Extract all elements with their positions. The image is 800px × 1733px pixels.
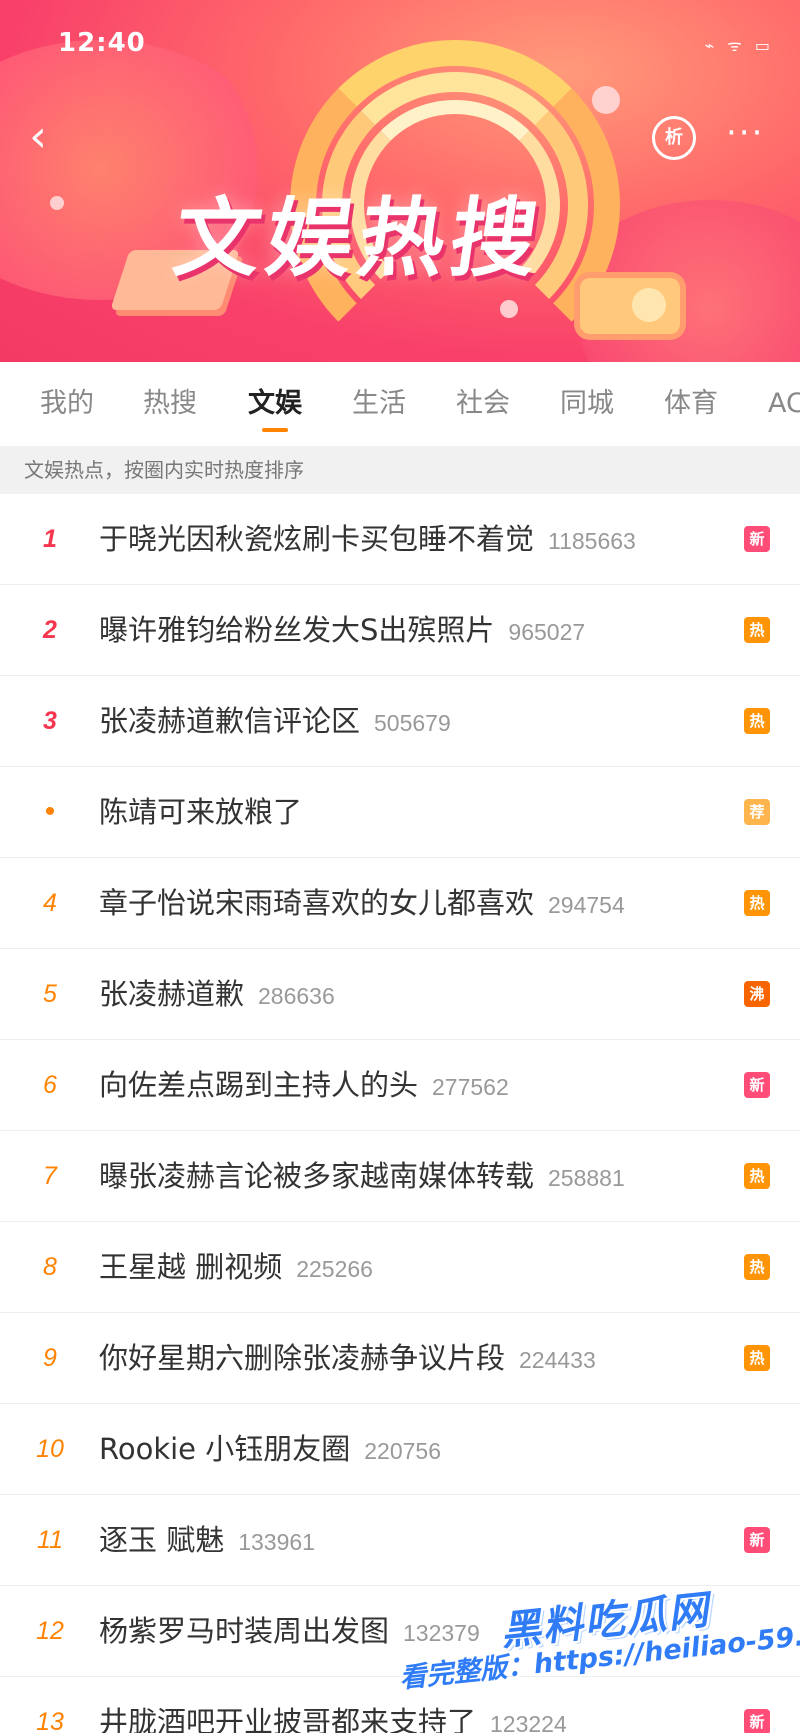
hot-search-list: 1 于晓光因秋瓷炫刷卡买包睡不着觉 1185663 新 2 曝许雅钧给粉丝发大S出… <box>0 494 800 1733</box>
heat-count: 294754 <box>548 892 625 918</box>
list-description: 文娱热点，按圈内实时热度排序 <box>0 446 800 494</box>
topic-title: 张凌赫道歉 <box>99 977 245 1011</box>
list-item[interactable]: 2 曝许雅钧给粉丝发大S出殡照片 965027 热 <box>0 585 800 676</box>
rank-number: 11 <box>37 1526 63 1554</box>
rank-number: 3 <box>43 707 57 735</box>
status-time: 12:40 <box>58 28 146 58</box>
tab-sports[interactable]: 体育 <box>664 362 718 446</box>
list-item[interactable]: 1 于晓光因秋瓷炫刷卡买包睡不着觉 1185663 新 <box>0 494 800 585</box>
list-item[interactable]: • 陈靖可来放粮了 荐 <box>0 767 800 858</box>
banner-dot <box>592 86 620 114</box>
rank-number: 13 <box>36 1708 64 1733</box>
rank-number: 6 <box>43 1071 57 1099</box>
badge-hot: 热 <box>744 1254 770 1280</box>
topic-title: 逐玉 赋魅 <box>99 1523 225 1557</box>
analysis-icon[interactable]: 析 <box>652 116 696 160</box>
list-item[interactable]: 6 向佐差点踢到主持人的头 277562 新 <box>0 1040 800 1131</box>
heat-count: 220756 <box>364 1438 441 1464</box>
heat-count: 258881 <box>548 1165 625 1191</box>
tab-hot-search[interactable]: 热搜 <box>143 362 197 446</box>
heat-count: 286636 <box>258 983 335 1009</box>
rank-number: 7 <box>43 1162 57 1190</box>
banner-dot <box>50 196 64 210</box>
rank-number: 12 <box>36 1617 64 1645</box>
page-title: 文娱热搜 <box>167 189 550 289</box>
badge-hot: 热 <box>744 617 770 643</box>
heat-count: 1185663 <box>548 528 636 554</box>
heat-count: 123224 <box>490 1711 567 1733</box>
rank-number: 8 <box>43 1253 57 1281</box>
badge-new: 新 <box>744 1072 770 1098</box>
tab-mine[interactable]: 我的 <box>40 362 94 446</box>
list-item[interactable]: 5 张凌赫道歉 286636 沸 <box>0 949 800 1040</box>
list-item[interactable]: 9 你好星期六删除张凌赫争议片段 224433 热 <box>0 1313 800 1404</box>
list-item[interactable]: 3 张凌赫道歉信评论区 505679 热 <box>0 676 800 767</box>
tab-entertainment[interactable]: 文娱 <box>248 362 302 446</box>
more-icon[interactable]: ··· <box>726 116 764 150</box>
list-item[interactable]: 8 王星越 删视频 225266 热 <box>0 1222 800 1313</box>
status-icons: ⌁ ᯤ ▭ <box>704 36 774 55</box>
heat-count: 505679 <box>374 710 451 736</box>
topic-title: 曝许雅钧给粉丝发大S出殡照片 <box>99 613 495 647</box>
topic-title: 张凌赫道歉信评论区 <box>99 704 361 738</box>
badge-recommended: 荐 <box>744 799 770 825</box>
badge-hot: 热 <box>744 890 770 916</box>
topic-title: 你好星期六删除张凌赫争议片段 <box>99 1341 506 1375</box>
tab-local[interactable]: 同城 <box>560 362 614 446</box>
chevron-left-icon[interactable]: ‹ <box>18 112 58 162</box>
tab-life[interactable]: 生活 <box>352 362 406 446</box>
topic-title: 井胧酒吧开业披哥都来支持了 <box>99 1705 477 1733</box>
topic-title: 陈靖可来放粮了 <box>99 795 303 829</box>
list-item[interactable]: 4 章子怡说宋雨琦喜欢的女儿都喜欢 294754 热 <box>0 858 800 949</box>
topic-title: 曝张凌赫言论被多家越南媒体转载 <box>99 1159 535 1193</box>
rank-number: 4 <box>43 889 57 917</box>
banner-dot <box>500 300 518 318</box>
topic-title: Rookie 小钰朋友圈 <box>99 1432 351 1466</box>
badge-hot: 热 <box>744 1163 770 1189</box>
topic-title: 向佐差点踢到主持人的头 <box>99 1068 419 1102</box>
heat-count: 225266 <box>296 1256 373 1282</box>
topic-title: 于晓光因秋瓷炫刷卡买包睡不着觉 <box>99 522 535 556</box>
list-item[interactable]: 10 Rookie 小钰朋友圈 220756 <box>0 1404 800 1495</box>
badge-boiling: 沸 <box>744 981 770 1007</box>
tab-acg[interactable]: AC <box>768 362 800 446</box>
recommended-bullet: • <box>44 795 56 828</box>
topic-title: 王星越 删视频 <box>99 1250 283 1284</box>
rank-number: 1 <box>43 525 57 553</box>
topic-title: 杨紫罗马时装周出发图 <box>99 1614 390 1648</box>
badge-new: 新 <box>744 1709 770 1733</box>
rank-number: 10 <box>36 1435 64 1463</box>
header-banner: 12:40 ⌁ ᯤ ▭ ‹ 析 ··· 文娱热搜 <box>0 0 800 362</box>
heat-count: 965027 <box>508 619 586 645</box>
heat-count: 224433 <box>519 1347 596 1373</box>
badge-hot: 热 <box>744 708 770 734</box>
rank-number: 9 <box>43 1344 57 1372</box>
tab-society[interactable]: 社会 <box>456 362 510 446</box>
rank-number: 2 <box>43 616 57 644</box>
radio-illustration <box>580 278 680 334</box>
badge-new: 新 <box>744 1527 770 1553</box>
badge-new: 新 <box>744 526 770 552</box>
heat-count: 132379 <box>403 1620 480 1646</box>
list-item[interactable]: 11 逐玉 赋魅 133961 新 <box>0 1495 800 1586</box>
badge-hot: 热 <box>744 1345 770 1371</box>
category-tabs: 我的 热搜 文娱 生活 社会 同城 体育 AC <box>0 362 800 446</box>
list-item[interactable]: 7 曝张凌赫言论被多家越南媒体转载 258881 热 <box>0 1131 800 1222</box>
topic-title: 章子怡说宋雨琦喜欢的女儿都喜欢 <box>99 886 535 920</box>
heat-count: 277562 <box>432 1074 509 1100</box>
heat-count: 133961 <box>238 1529 315 1555</box>
rank-number: 5 <box>43 980 57 1008</box>
